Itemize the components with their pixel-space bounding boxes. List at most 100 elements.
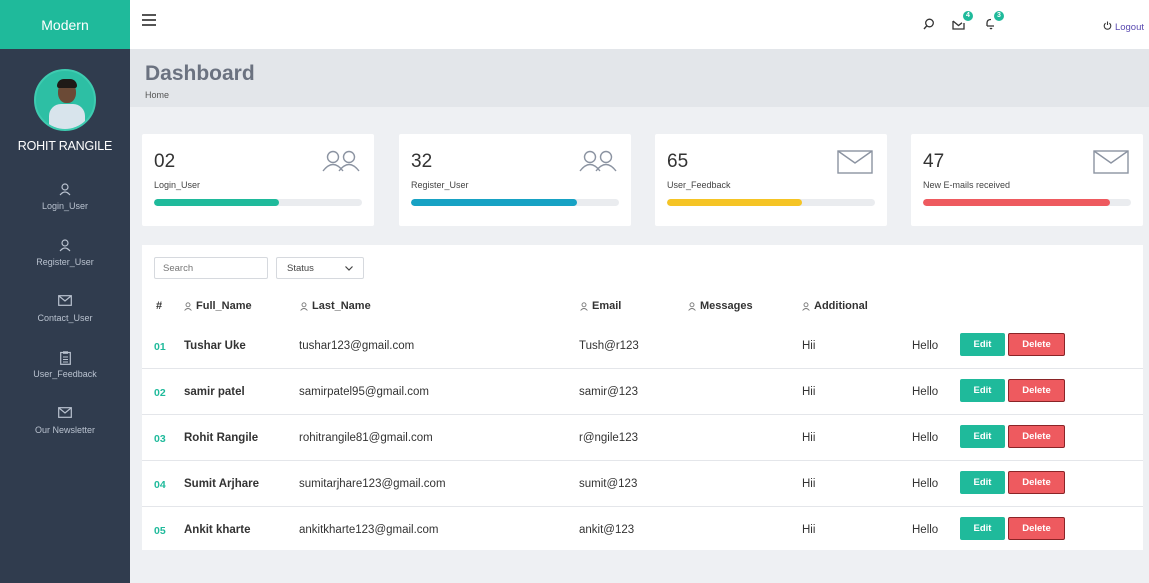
- row-email: rohitrangile81@gmail.com: [299, 432, 433, 444]
- row-name: Tushar Uke: [184, 340, 246, 352]
- chevron-down-icon: [345, 263, 353, 274]
- progress-bar: [154, 199, 362, 206]
- row-additional: Hii: [802, 478, 816, 490]
- progress-fill: [411, 199, 578, 206]
- row-message: Hello: [912, 524, 939, 536]
- edit-button[interactable]: Edit: [960, 517, 1005, 540]
- row-name: samir patel: [184, 386, 245, 398]
- progress-fill: [667, 199, 803, 206]
- stat-card-new-emails: 47 New E-mails received: [911, 134, 1143, 226]
- sidebar-item-register-user[interactable]: Register_User: [0, 239, 130, 295]
- page-header: Dashboard Home: [130, 49, 1149, 107]
- users-icon: [322, 150, 360, 177]
- delete-button[interactable]: Delete: [1008, 333, 1065, 356]
- progress-bar: [923, 199, 1131, 206]
- column-header-email[interactable]: Email: [580, 300, 621, 312]
- row-email: tushar123@gmail.com: [299, 340, 415, 352]
- column-header-last-name[interactable]: Last_Name: [300, 300, 371, 312]
- row-additional: Hii: [802, 432, 816, 444]
- row-name: Sumit Arjhare: [184, 478, 259, 490]
- sidebar-item-label: Register_User: [36, 257, 94, 267]
- progress-fill: [154, 199, 279, 206]
- delete-button[interactable]: Delete: [1008, 471, 1065, 494]
- row-additional: Hii: [802, 524, 816, 536]
- user-icon: [0, 183, 130, 199]
- row-index: 04: [154, 479, 166, 491]
- stat-card-user-feedback: 65 User_Feedback: [655, 134, 887, 226]
- row-password: samir@123: [579, 386, 638, 398]
- status-select[interactable]: Status: [276, 257, 364, 279]
- user-icon: [802, 301, 810, 311]
- column-header-full-name[interactable]: Full_Name: [184, 300, 252, 312]
- row-message: Hello: [912, 432, 939, 444]
- row-email: samirpatel95@gmail.com: [299, 386, 429, 398]
- stat-label: Register_User: [411, 180, 469, 190]
- sidebar-item-our-newsletter[interactable]: Our Newsletter: [0, 407, 130, 463]
- mail-icon: [0, 295, 130, 311]
- brand-logo[interactable]: Modern: [0, 0, 130, 49]
- bell-badge: 3: [994, 11, 1004, 21]
- clipboard-icon: [0, 351, 130, 367]
- column-header-messages[interactable]: Messages: [688, 300, 753, 312]
- progress-fill: [923, 199, 1111, 206]
- menu-toggle-icon[interactable]: [142, 14, 156, 28]
- table-row: 05 Ankit kharte ankitkharte123@gmail.com…: [142, 507, 1143, 553]
- stat-label: Login_User: [154, 180, 201, 190]
- row-additional: Hii: [802, 386, 816, 398]
- sidebar-item-label: Contact_User: [37, 313, 93, 323]
- row-index: 01: [154, 341, 166, 353]
- stat-card-login-user: 02 Login_User: [142, 134, 374, 226]
- row-password: ankit@123: [579, 524, 635, 536]
- user-name: ROHIT RANGILE: [17, 139, 113, 153]
- progress-bar: [411, 199, 619, 206]
- bell-icon[interactable]: 3: [985, 11, 1004, 35]
- mail-icon: [0, 407, 130, 423]
- row-name: Rohit Rangile: [184, 432, 259, 444]
- mail-notification-icon[interactable]: 4: [952, 11, 973, 35]
- users-table-panel: Status # Full_Name Last_Name Email Messa…: [142, 245, 1143, 550]
- sidebar-nav: Login_User Register_User Contact_User Us…: [0, 183, 130, 463]
- mail-icon: [837, 150, 873, 179]
- edit-button[interactable]: Edit: [960, 379, 1005, 402]
- edit-button[interactable]: Edit: [960, 425, 1005, 448]
- row-message: Hello: [912, 340, 939, 352]
- sidebar-item-label: Login_User: [41, 201, 89, 211]
- edit-button[interactable]: Edit: [960, 471, 1005, 494]
- power-icon: [1103, 21, 1112, 33]
- row-index: 05: [154, 525, 166, 537]
- search-input[interactable]: [154, 257, 268, 279]
- row-password: sumit@123: [579, 478, 638, 490]
- delete-button[interactable]: Delete: [1008, 425, 1065, 448]
- column-header-additional[interactable]: Additional: [802, 300, 868, 312]
- stat-card-register-user: 32 Register_User: [399, 134, 631, 226]
- sidebar-item-label: User_Feedback: [33, 369, 97, 379]
- stat-label: New E-mails received: [923, 180, 1011, 190]
- stat-value: 47: [923, 151, 945, 172]
- status-select-value: Status: [287, 262, 314, 274]
- delete-button[interactable]: Delete: [1008, 379, 1065, 402]
- table-row: 01 Tushar Uke tushar123@gmail.com Tush@r…: [142, 323, 1143, 369]
- stat-value: 32: [411, 151, 433, 172]
- breadcrumb[interactable]: Home: [145, 90, 169, 100]
- row-email: sumitarjhare123@gmail.com: [299, 478, 446, 490]
- sidebar-item-label: Our Newsletter: [34, 425, 96, 435]
- user-icon: [688, 301, 696, 311]
- row-index: 03: [154, 433, 166, 445]
- sidebar-item-contact-user[interactable]: Contact_User: [0, 295, 130, 351]
- user-icon: [184, 301, 192, 311]
- edit-button[interactable]: Edit: [960, 333, 1005, 356]
- search-icon[interactable]: [923, 17, 935, 35]
- top-navbar: 4 3 Logout: [130, 0, 1149, 49]
- row-additional: Hii: [802, 340, 816, 352]
- delete-button[interactable]: Delete: [1008, 517, 1065, 540]
- user-icon: [0, 239, 130, 255]
- sidebar-item-user-feedback[interactable]: User_Feedback: [0, 351, 130, 407]
- table-row: 03 Rohit Rangile rohitrangile81@gmail.co…: [142, 415, 1143, 461]
- sidebar-item-login-user[interactable]: Login_User: [0, 183, 130, 239]
- table-row: 02 samir patel samirpatel95@gmail.com sa…: [142, 369, 1143, 415]
- avatar: [34, 69, 96, 131]
- sidebar: Modern ROHIT RANGILE Login_User Register…: [0, 0, 130, 583]
- stat-value: 65: [667, 151, 689, 172]
- logout-button[interactable]: Logout: [1103, 21, 1144, 33]
- row-email: ankitkharte123@gmail.com: [299, 524, 439, 536]
